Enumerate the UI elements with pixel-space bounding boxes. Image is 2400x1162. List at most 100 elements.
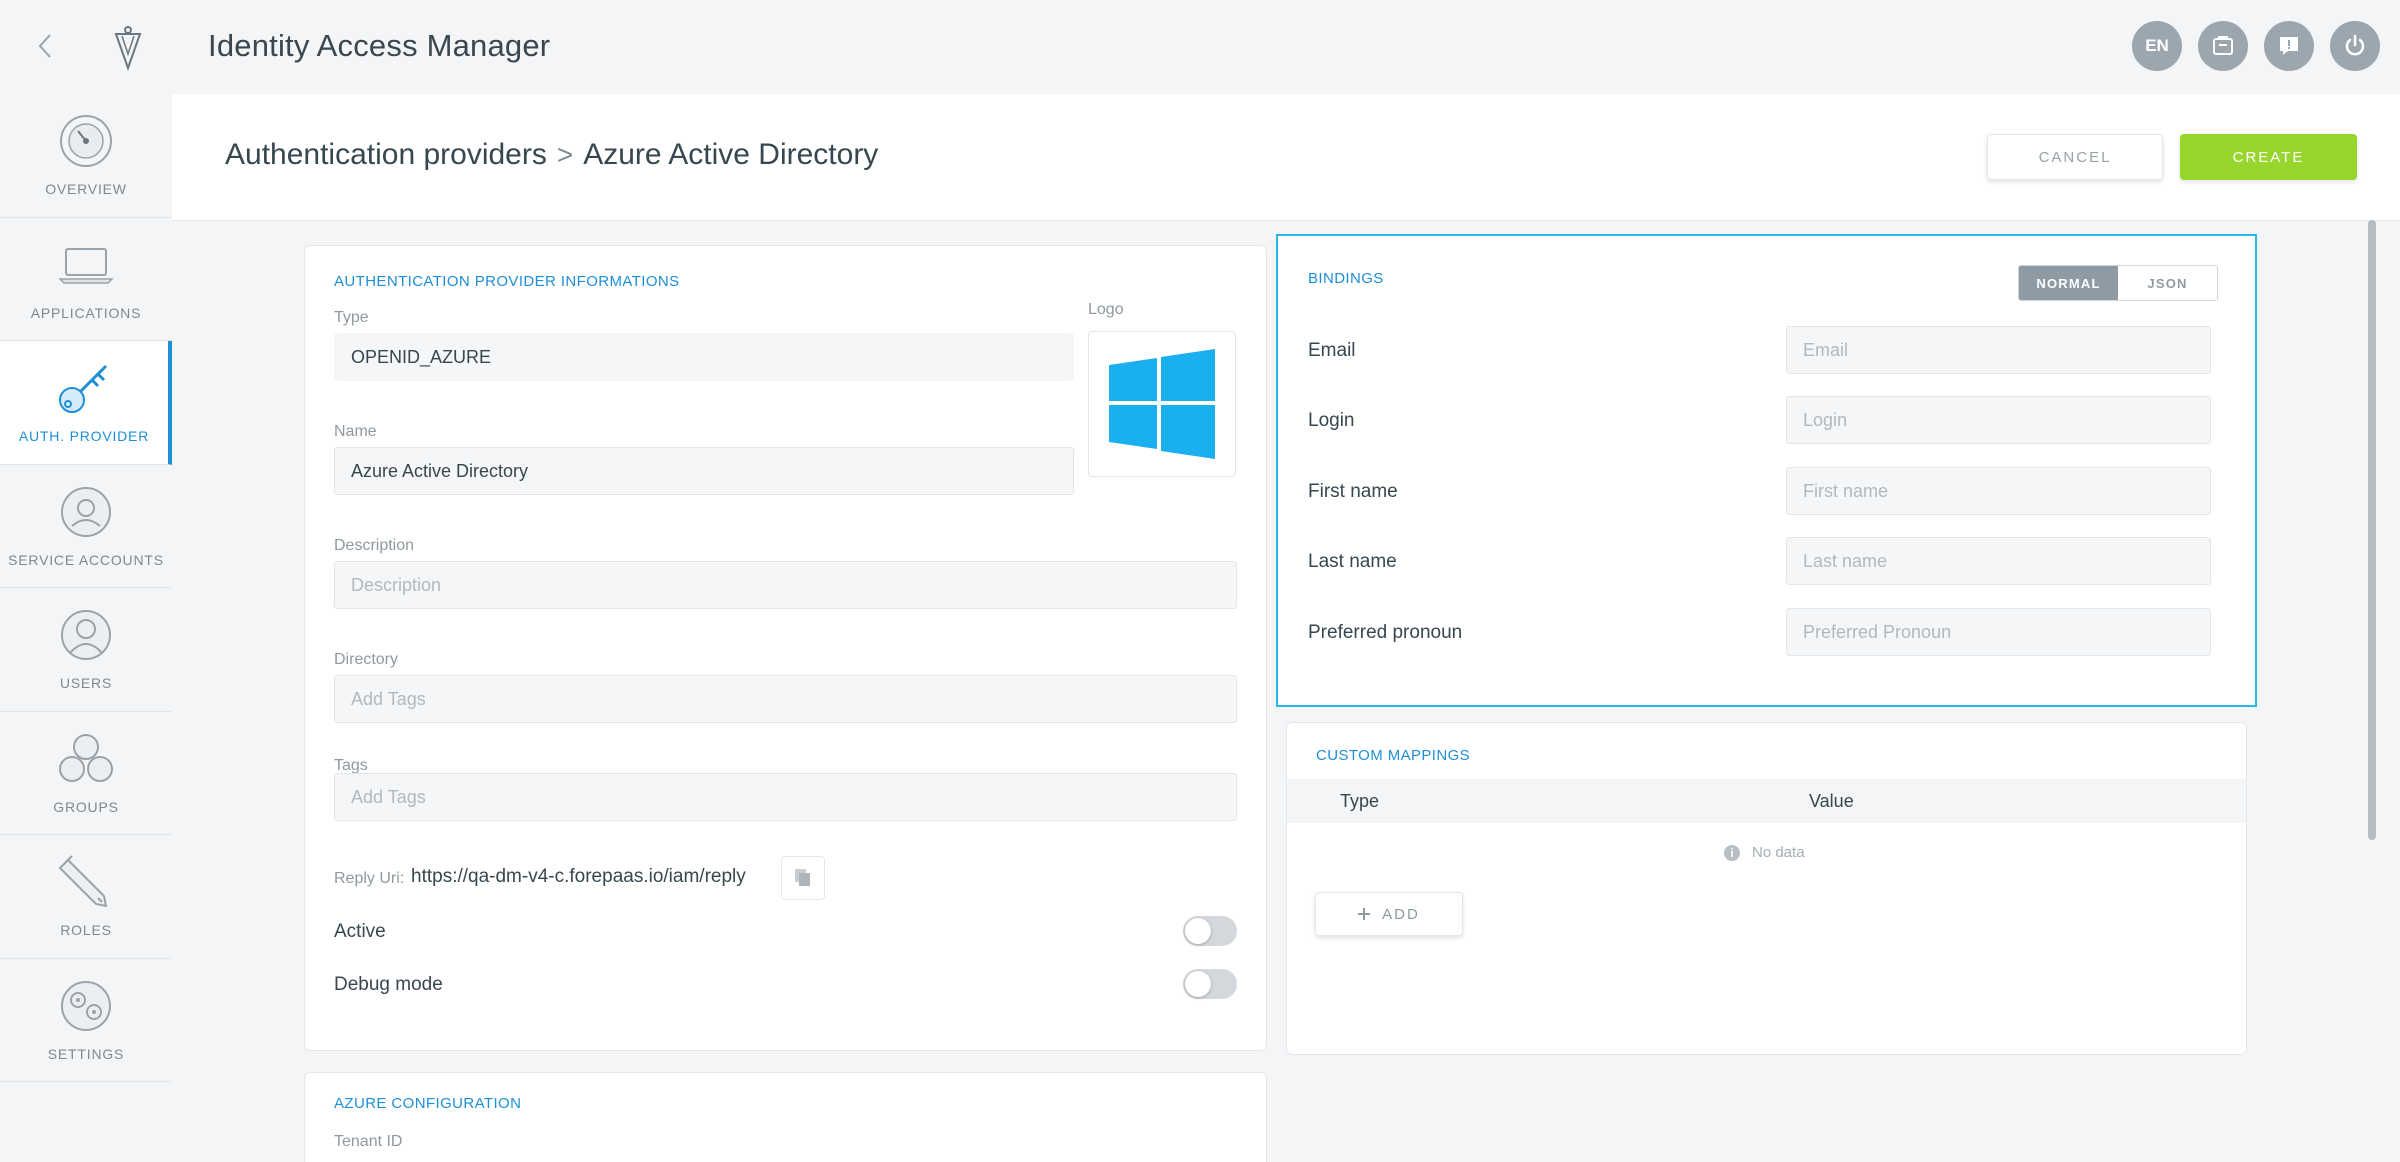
sidebar-item-label: AUTH. PROVIDER xyxy=(18,428,150,445)
bindings-mode-switch: NORMAL JSON xyxy=(2018,265,2218,301)
debug-mode-label: Debug mode xyxy=(334,974,443,995)
top-bar: Identity Access Manager EN xyxy=(0,0,2400,94)
bindings-card: BINDINGS NORMAL JSON Email Login First n… xyxy=(1276,234,2257,707)
binding-label-last-name: Last name xyxy=(1308,551,1397,572)
column-header-value: Value xyxy=(1809,791,1854,811)
type-field: OPENID_AZURE xyxy=(334,333,1074,381)
logout-button[interactable] xyxy=(2330,21,2380,71)
card-title: AZURE CONFIGURATION xyxy=(334,1095,522,1112)
sidebar-item-label: ROLES xyxy=(60,922,112,939)
laptop-icon xyxy=(58,247,114,284)
reply-uri-label: Reply Uri: xyxy=(334,870,405,887)
azure-config-card: AZURE CONFIGURATION Tenant ID xyxy=(304,1072,1267,1162)
card-title: BINDINGS xyxy=(1308,270,1384,287)
column-header-type: Type xyxy=(1340,791,1380,811)
add-mapping-button[interactable]: ADD xyxy=(1315,892,1463,936)
plus-icon xyxy=(1358,908,1371,920)
binding-last-name-input[interactable] xyxy=(1786,537,2211,585)
sidebar: OVERVIEW APPLICATIONS AUTH. PROVIDER SER… xyxy=(0,94,172,1084)
chat-button[interactable] xyxy=(2264,21,2314,71)
provider-info-card: AUTHENTICATION PROVIDER INFORMATIONS Typ… xyxy=(304,245,1267,1051)
custom-mappings-card: CUSTOM MAPPINGS Type Value i No data ADD xyxy=(1286,722,2247,1055)
pencil-icon xyxy=(58,855,108,908)
page-header: Authentication providers > Azure Active … xyxy=(172,94,2400,221)
create-button[interactable]: CREATE xyxy=(2180,134,2357,180)
active-toggle[interactable] xyxy=(1183,916,1237,946)
binding-label-email: Email xyxy=(1308,340,1356,361)
sidebar-item-label: GROUPS xyxy=(53,798,119,815)
app-title: Identity Access Manager xyxy=(208,28,551,63)
name-input[interactable] xyxy=(334,447,1074,495)
sidebar-item-label: OVERVIEW xyxy=(45,181,127,198)
sidebar-item-label: SETTINGS xyxy=(47,1045,125,1062)
service-accounts-icon xyxy=(61,486,111,537)
windows-logo-icon xyxy=(1109,349,1215,459)
breadcrumb-separator: > xyxy=(556,139,574,170)
main-content: Authentication providers > Azure Active … xyxy=(172,94,2400,1162)
breadcrumb-root[interactable]: Authentication providers xyxy=(225,138,547,172)
sidebar-item-settings[interactable]: SETTINGS xyxy=(0,959,172,1082)
empty-state: i No data xyxy=(1724,844,1805,861)
sidebar-item-label: SERVICE ACCOUNTS xyxy=(8,551,164,568)
sidebar-item-auth-provider[interactable]: AUTH. PROVIDER xyxy=(0,341,172,465)
dashboard-gauge-icon xyxy=(60,115,112,168)
info-icon: i xyxy=(1724,844,1740,861)
toggle-knob xyxy=(1185,918,1211,944)
settings-icon xyxy=(61,980,111,1031)
sidebar-item-groups[interactable]: GROUPS xyxy=(0,712,172,835)
active-label: Active xyxy=(334,921,386,942)
binding-label-first-name: First name xyxy=(1308,481,1398,502)
key-icon xyxy=(59,365,108,414)
user-icon xyxy=(61,610,111,661)
description-label: Description xyxy=(334,537,415,554)
binding-label-login: Login xyxy=(1308,410,1355,431)
forepaas-logo-icon[interactable] xyxy=(110,22,146,72)
no-data-text: No data xyxy=(1752,844,1805,861)
name-label: Name xyxy=(334,423,377,440)
chevron-left-icon xyxy=(38,34,51,58)
table-header: Type Value xyxy=(1287,779,2246,823)
tenant-id-label: Tenant ID xyxy=(334,1133,403,1150)
debug-mode-toggle[interactable] xyxy=(1183,969,1237,999)
card-title: CUSTOM MAPPINGS xyxy=(1316,747,1471,764)
mode-normal-button[interactable]: NORMAL xyxy=(2019,266,2118,300)
sidebar-item-label: USERS xyxy=(59,675,113,692)
cancel-button[interactable]: CANCEL xyxy=(1987,134,2163,180)
directory-label: Directory xyxy=(334,651,399,668)
top-actions: EN xyxy=(2132,21,2380,71)
add-label: ADD xyxy=(1382,905,1420,923)
logo-picker[interactable] xyxy=(1088,331,1236,477)
store-icon xyxy=(2213,36,2233,55)
binding-preferred-pronoun-input[interactable] xyxy=(1786,608,2211,656)
vertical-scrollbar[interactable] xyxy=(2368,220,2376,840)
directory-tags-input[interactable] xyxy=(334,675,1237,723)
back-button[interactable] xyxy=(30,28,60,64)
sidebar-item-label: APPLICATIONS xyxy=(30,304,142,321)
power-icon xyxy=(2345,34,2365,56)
description-input[interactable] xyxy=(334,561,1237,609)
card-title: AUTHENTICATION PROVIDER INFORMATIONS xyxy=(334,273,680,290)
type-label: Type xyxy=(334,309,369,326)
sidebar-item-service-accounts[interactable]: SERVICE ACCOUNTS xyxy=(0,465,172,588)
binding-email-input[interactable] xyxy=(1786,326,2211,374)
breadcrumb: Authentication providers > Azure Active … xyxy=(225,138,878,172)
sidebar-item-roles[interactable]: ROLES xyxy=(0,835,172,959)
tags-input[interactable] xyxy=(334,773,1237,821)
chat-icon xyxy=(2280,37,2298,55)
toggle-knob xyxy=(1185,971,1211,997)
copy-icon xyxy=(795,869,810,886)
groups-icon xyxy=(59,733,113,782)
copy-button[interactable] xyxy=(781,856,825,900)
language-button[interactable]: EN xyxy=(2132,21,2182,71)
breadcrumb-current: Azure Active Directory xyxy=(583,138,879,171)
logo-label: Logo xyxy=(1088,301,1124,318)
store-button[interactable] xyxy=(2198,21,2248,71)
mode-json-button[interactable]: JSON xyxy=(2118,266,2217,300)
binding-login-input[interactable] xyxy=(1786,396,2211,444)
sidebar-item-applications[interactable]: APPLICATIONS xyxy=(0,218,172,341)
binding-first-name-input[interactable] xyxy=(1786,467,2211,515)
sidebar-item-users[interactable]: USERS xyxy=(0,588,172,712)
sidebar-item-overview[interactable]: OVERVIEW xyxy=(0,94,172,218)
reply-uri-value: https://qa-dm-v4-c.forepaas.io/iam/reply xyxy=(411,866,746,887)
binding-label-preferred-pronoun: Preferred pronoun xyxy=(1308,622,1463,643)
